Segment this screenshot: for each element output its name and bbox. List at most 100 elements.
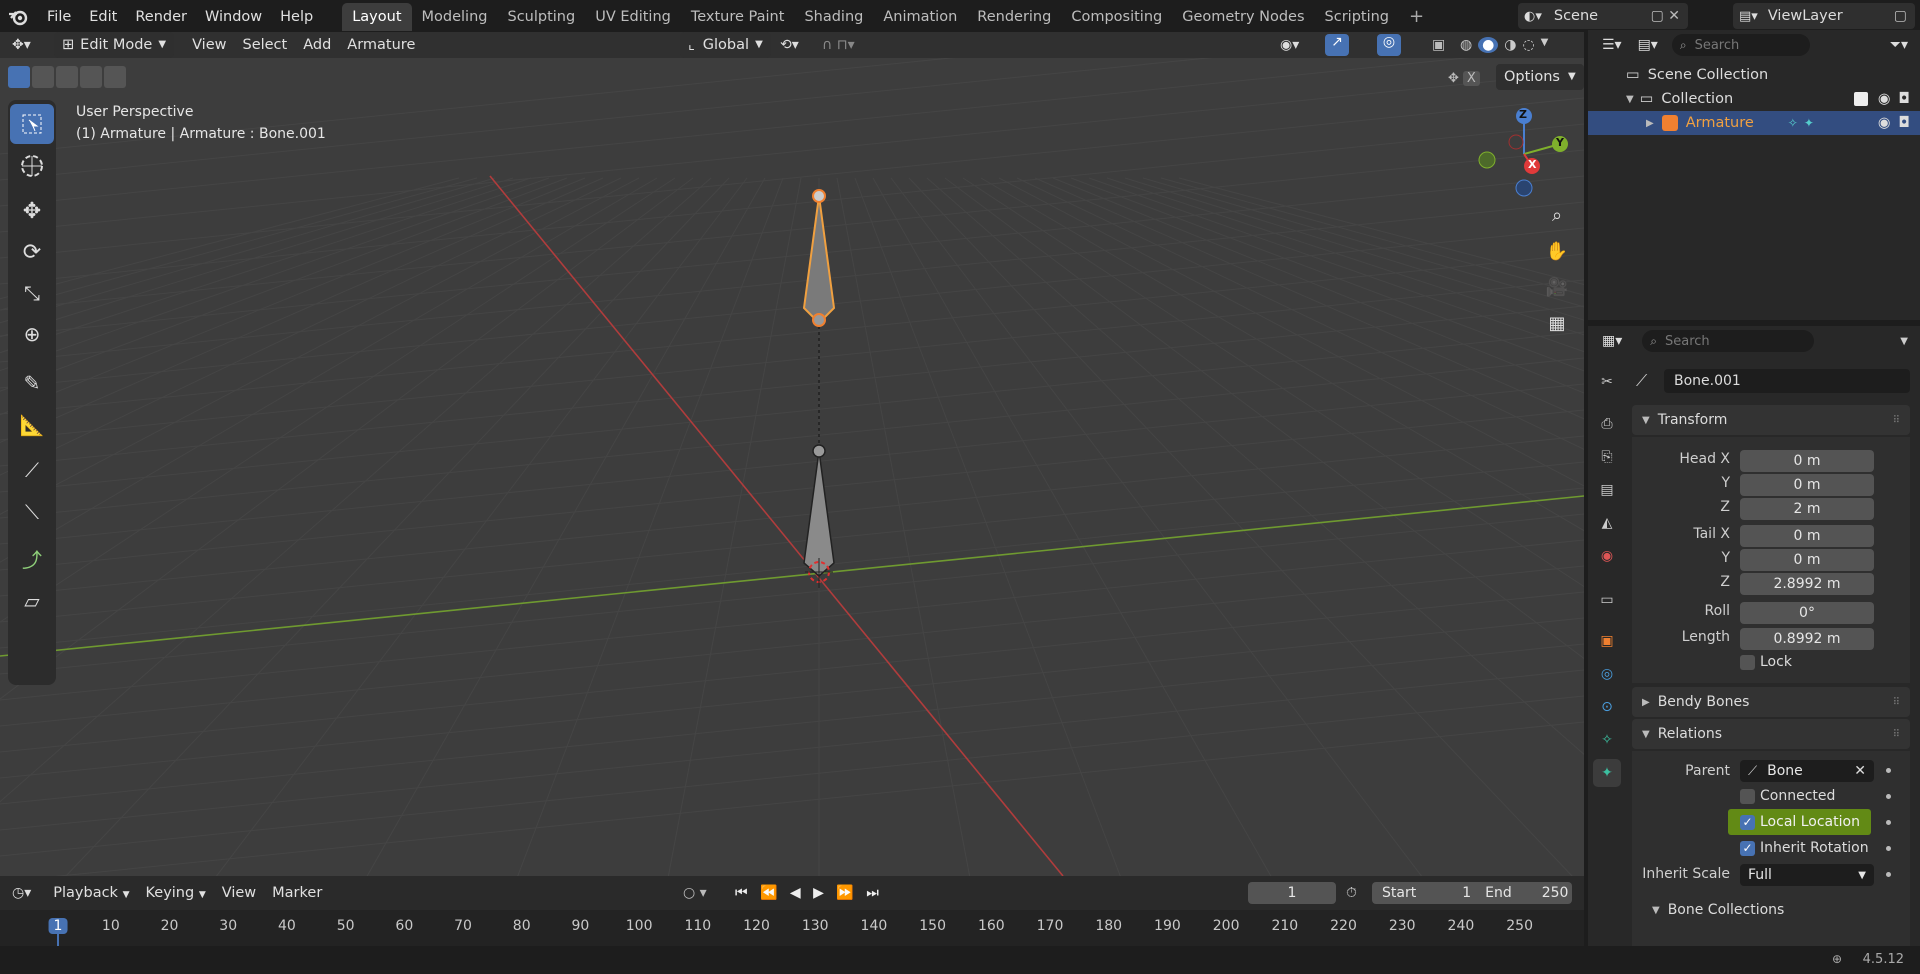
lock-checkbox[interactable]: [1740, 655, 1755, 670]
chevron-down-icon[interactable]: ▼: [1626, 94, 1634, 105]
visibility-icon[interactable]: ◉▾: [1280, 37, 1299, 53]
extrude-tool-icon[interactable]: ⤴: [10, 538, 54, 578]
relations-panel-header[interactable]: ▼ Relations ⠿: [1632, 719, 1910, 749]
render-camera-icon[interactable]: ◘: [1899, 91, 1910, 107]
pose-icon[interactable]: ✧: [1788, 116, 1798, 130]
start-value[interactable]: 1: [1462, 885, 1471, 901]
tail-y-field[interactable]: 0 m: [1740, 549, 1874, 571]
rotate-tool-icon[interactable]: ⟳: [10, 232, 54, 272]
filter-icon[interactable]: ⏷▾: [1890, 37, 1908, 53]
armature-data-icon[interactable]: ✦: [1804, 116, 1814, 130]
tail-x-field[interactable]: 0 m: [1740, 525, 1874, 547]
outliner-search[interactable]: ⌕ Search: [1671, 34, 1810, 56]
menu-keying[interactable]: Keying ▼: [137, 880, 213, 906]
tail-z-field[interactable]: 2.8992 m: [1740, 573, 1874, 595]
measure-tool-icon[interactable]: 📐: [10, 405, 54, 445]
keyframe-dot[interactable]: [1886, 794, 1891, 799]
outliner-row-scene-collection[interactable]: ▭ Scene Collection: [1588, 63, 1920, 87]
add-workspace-icon[interactable]: +: [1399, 3, 1434, 31]
snap-icon[interactable]: ∩ ⊓▾: [822, 37, 855, 53]
bone-collections-subpanel[interactable]: ▼ Bone Collections: [1652, 902, 1784, 918]
scale-tool-icon[interactable]: ⤡: [10, 273, 54, 313]
select-invert-icon[interactable]: [80, 66, 102, 88]
keyframe-dot[interactable]: [1886, 846, 1891, 851]
scene-selector[interactable]: ◐▾ Scene ▢ ✕: [1518, 3, 1688, 29]
tab-shading[interactable]: Shading: [794, 3, 873, 31]
transform-panel-header[interactable]: ▼ Transform ⠿: [1632, 405, 1910, 435]
bone-size-tool-icon[interactable]: ⟍: [10, 492, 54, 532]
head-y-field[interactable]: 0 m: [1740, 474, 1874, 496]
timer-icon[interactable]: ⏱: [1346, 885, 1357, 901]
pivot-icon[interactable]: ⟲▾: [780, 37, 799, 53]
object-tab-icon[interactable]: ▣: [1593, 627, 1621, 655]
drag-handle-icon[interactable]: ⠿: [1893, 729, 1900, 740]
tab-sculpting[interactable]: Sculpting: [497, 3, 585, 31]
head-x-field[interactable]: 0 m: [1740, 450, 1874, 472]
gizmo-toggle-icon[interactable]: ↗: [1325, 34, 1349, 56]
armature-data-tab-icon[interactable]: ✧: [1593, 726, 1621, 754]
head-z-field[interactable]: 2 m: [1740, 498, 1874, 520]
tool-tab-icon[interactable]: ✂: [1593, 368, 1621, 396]
options-dropdown[interactable]: Options ▼: [1496, 64, 1584, 90]
menu-render[interactable]: Render: [126, 4, 196, 30]
tab-geometry-nodes[interactable]: Geometry Nodes: [1172, 3, 1314, 31]
roll-tool-icon[interactable]: ⟋: [10, 450, 54, 490]
cursor-tool-icon[interactable]: [10, 146, 54, 186]
scene-tab-icon[interactable]: ◭: [1593, 509, 1621, 537]
new-viewlayer-icon[interactable]: ▢: [1894, 8, 1907, 24]
render-tab-icon[interactable]: ⎙: [1593, 410, 1621, 438]
tab-layout[interactable]: Layout: [342, 3, 412, 31]
clear-parent-icon[interactable]: ✕: [1854, 763, 1866, 779]
tab-compositing[interactable]: Compositing: [1061, 3, 1172, 31]
camera-icon[interactable]: 🎥: [1540, 270, 1574, 304]
view-layer-tab-icon[interactable]: ▤: [1593, 476, 1621, 504]
connected-checkbox[interactable]: [1740, 789, 1755, 804]
menu-edit[interactable]: Edit: [80, 4, 126, 30]
bone-tab-icon[interactable]: ✦: [1593, 759, 1621, 787]
select-intersect-icon[interactable]: [104, 66, 126, 88]
frame-range[interactable]: Start 1 End 250: [1372, 882, 1572, 904]
tab-scripting[interactable]: Scripting: [1315, 3, 1399, 31]
select-new-icon[interactable]: [8, 66, 30, 88]
display-mode-icon[interactable]: ▤▾: [1638, 37, 1658, 53]
select-box-tool-icon[interactable]: [10, 104, 54, 144]
menu-timeline-view[interactable]: View: [214, 880, 264, 906]
orientation-dropdown[interactable]: ⌞ Global ▼: [680, 32, 771, 58]
drag-handle-icon[interactable]: ⠿: [1893, 697, 1900, 708]
keyframe-dot[interactable]: [1886, 768, 1891, 773]
output-tab-icon[interactable]: ⎘: [1593, 443, 1621, 471]
keyframe-dot[interactable]: [1886, 820, 1891, 825]
tab-texture-paint[interactable]: Texture Paint: [681, 3, 795, 31]
local-location-checkbox[interactable]: ✓: [1740, 815, 1755, 830]
properties-editor-icon[interactable]: ▦▾: [1602, 333, 1622, 349]
playback-controls[interactable]: ⏮ ⏪ ◀ ▶ ⏩ ⏭: [735, 885, 883, 901]
chevron-right-icon[interactable]: ▶: [1646, 118, 1654, 129]
gizmo-options-icon[interactable]: ✥ X: [1448, 66, 1488, 90]
drag-handle-icon[interactable]: ⠿: [1893, 415, 1900, 426]
move-tool-icon[interactable]: ✥: [10, 191, 54, 231]
annotate-tool-icon[interactable]: ✎: [10, 363, 54, 403]
tab-modeling[interactable]: Modeling: [412, 3, 498, 31]
transform-tool-icon[interactable]: ⊕: [10, 314, 54, 354]
world-tab-icon[interactable]: ◉: [1593, 542, 1621, 570]
select-extend-icon[interactable]: [32, 66, 54, 88]
menu-playback[interactable]: Playback ▼: [45, 880, 137, 906]
tab-uv-editing[interactable]: UV Editing: [585, 3, 681, 31]
timeline-ruler[interactable]: 1 10 20 30 40 50 60 70 80 90 100 110 120 130 140 150 160…: [0, 910, 1584, 946]
menu-marker[interactable]: Marker: [264, 880, 330, 906]
menu-select[interactable]: Select: [234, 32, 295, 58]
solid-shading-icon[interactable]: ●: [1478, 37, 1499, 53]
parent-field[interactable]: ⟋ Bone ✕: [1740, 760, 1874, 782]
overlay-toggle-icon[interactable]: ◎: [1377, 34, 1401, 56]
menu-help[interactable]: Help: [271, 4, 322, 30]
current-frame-field[interactable]: 1: [1248, 882, 1336, 904]
inherit-scale-dropdown[interactable]: Full ▼: [1740, 864, 1874, 886]
x-mirror-label[interactable]: X: [1462, 70, 1480, 86]
wireframe-shading-icon[interactable]: ◍: [1460, 37, 1472, 53]
shading-modes[interactable]: ◍ ● ◑ ◌ ▼: [1460, 37, 1548, 53]
collection-tab-icon[interactable]: ▭: [1593, 586, 1621, 614]
mode-dropdown[interactable]: ⊞ Edit Mode ▼: [54, 32, 175, 58]
outliner-row-armature[interactable]: ▶ Armature ✧ ✦ ◉ ◘: [1588, 111, 1920, 135]
outliner-editor-icon[interactable]: ☰▾: [1602, 37, 1622, 53]
select-subtract-icon[interactable]: [56, 66, 78, 88]
